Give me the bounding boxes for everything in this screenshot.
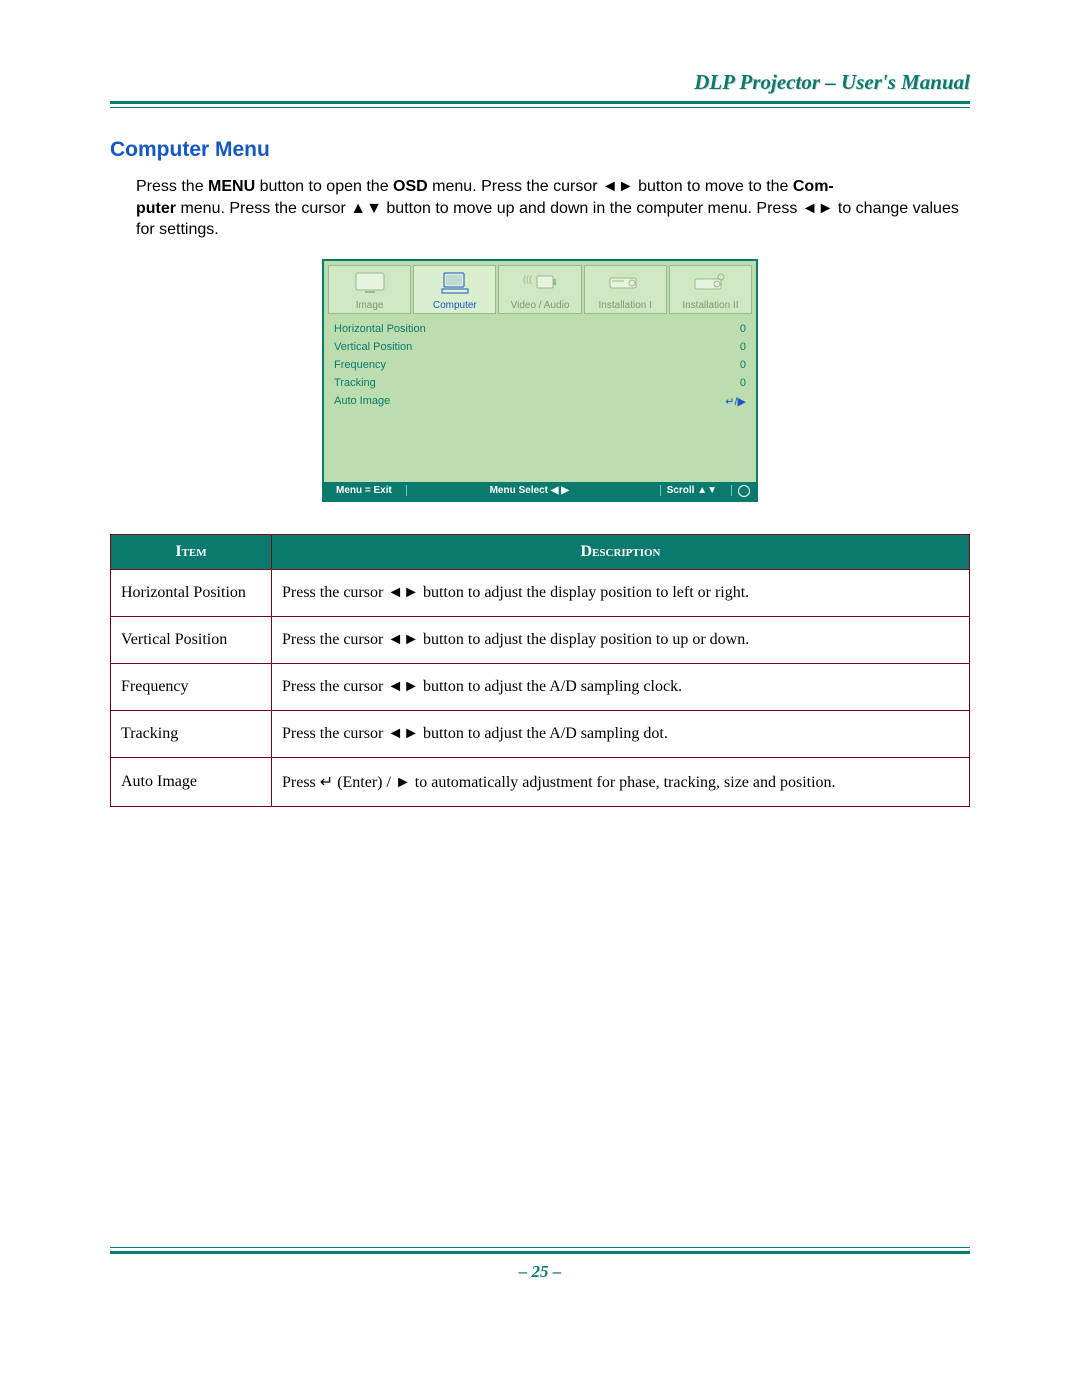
osd-row-value: 0: [740, 341, 746, 353]
td-item: Tracking: [111, 710, 272, 757]
kw-menu: MENU: [208, 178, 255, 195]
th-desc: Description: [272, 534, 970, 569]
table-row: Horizontal Position Press the cursor ◄► …: [111, 569, 970, 616]
svg-text:(((: (((: [523, 274, 532, 284]
osd-row-label: Frequency: [334, 359, 386, 371]
section-heading: Computer Menu: [110, 138, 970, 162]
td-item: Frequency: [111, 663, 272, 710]
kw-com: Com-: [793, 178, 834, 195]
osd-row[interactable]: Tracking 0: [334, 374, 746, 392]
video-audio-icon: (((: [499, 268, 580, 298]
intro-text: menu. Press the cursor ◄► button to move…: [428, 178, 793, 195]
osd-body: Horizontal Position 0 Vertical Position …: [324, 314, 756, 482]
table-row: Tracking Press the cursor ◄► button to a…: [111, 710, 970, 757]
table-row: Frequency Press the cursor ◄► button to …: [111, 663, 970, 710]
projector-gear-icon: [670, 268, 751, 298]
td-desc: Press the cursor ◄► button to adjust the…: [272, 663, 970, 710]
bulb-icon: [738, 485, 750, 497]
osd-tab-label: Installation I: [585, 300, 666, 311]
osd-tab-install2[interactable]: Installation II: [669, 265, 752, 314]
table-header-row: Item Description: [111, 534, 970, 569]
osd-row[interactable]: Vertical Position 0: [334, 338, 746, 356]
osd-footer-hint: [732, 485, 750, 497]
osd-row[interactable]: Auto Image ↵/▶: [334, 392, 746, 411]
osd-tab-label: Computer: [414, 300, 495, 311]
osd-row-label: Horizontal Position: [334, 323, 426, 335]
osd-tab-image[interactable]: Image: [328, 265, 411, 314]
table-row: Auto Image Press ↵ (Enter) / ► to automa…: [111, 757, 970, 806]
intro-text: Press the: [136, 178, 208, 195]
page-number: – 25 –: [110, 1262, 970, 1282]
osd-row-value: 0: [740, 323, 746, 335]
intro-text: menu. Press the cursor ▲▼ button to move…: [136, 200, 959, 239]
osd-row-value: ↵/▶: [725, 395, 746, 408]
footer-rule: [110, 1247, 970, 1254]
td-item: Horizontal Position: [111, 569, 272, 616]
intro-text: button to open the: [255, 178, 393, 195]
osd-tab-video-audio[interactable]: ((( Video / Audio: [498, 265, 581, 314]
header-rule: [110, 101, 970, 108]
th-item: Item: [111, 534, 272, 569]
td-desc: Press ↵ (Enter) / ► to automatically adj…: [272, 757, 970, 806]
kw-puter: puter: [136, 200, 176, 217]
osd-screenshot: Image Computer ((( Video / Audio Install…: [322, 259, 758, 502]
osd-row-value: 0: [740, 377, 746, 389]
kw-osd: OSD: [393, 178, 428, 195]
manual-page: DLP Projector – User's Manual Computer M…: [0, 0, 1080, 1322]
osd-tab-label: Image: [329, 300, 410, 311]
osd-tab-computer[interactable]: Computer: [413, 265, 496, 314]
osd-tab-install1[interactable]: Installation I: [584, 265, 667, 314]
projector-icon: [585, 268, 666, 298]
table-row: Vertical Position Press the cursor ◄► bu…: [111, 616, 970, 663]
osd-row-value: 0: [740, 359, 746, 371]
osd-row-label: Vertical Position: [334, 341, 412, 353]
td-item: Auto Image: [111, 757, 272, 806]
td-item: Vertical Position: [111, 616, 272, 663]
computer-icon: [414, 268, 495, 298]
osd-tab-label: Installation II: [670, 300, 751, 311]
doc-title: DLP Projector – User's Manual: [110, 70, 970, 95]
monitor-icon: [329, 268, 410, 298]
td-desc: Press the cursor ◄► button to adjust the…: [272, 569, 970, 616]
description-table: Item Description Horizontal Position Pre…: [110, 534, 970, 807]
td-desc: Press the cursor ◄► button to adjust the…: [272, 710, 970, 757]
td-desc: Press the cursor ◄► button to adjust the…: [272, 616, 970, 663]
osd-tab-label: Video / Audio: [499, 300, 580, 311]
osd-footer-exit: Menu = Exit: [330, 485, 407, 496]
osd-footer: Menu = Exit Menu Select ◀ ▶ Scroll ▲▼: [324, 482, 756, 500]
osd-footer-select: Menu Select ◀ ▶: [407, 485, 661, 496]
osd-row[interactable]: Horizontal Position 0: [334, 320, 746, 338]
intro-paragraph: Press the MENU button to open the OSD me…: [136, 176, 970, 241]
osd-row-label: Tracking: [334, 377, 376, 389]
osd-footer-scroll: Scroll ▲▼: [661, 485, 732, 496]
osd-row[interactable]: Frequency 0: [334, 356, 746, 374]
osd-tabs: Image Computer ((( Video / Audio Install…: [324, 261, 756, 314]
osd-row-label: Auto Image: [334, 395, 390, 408]
